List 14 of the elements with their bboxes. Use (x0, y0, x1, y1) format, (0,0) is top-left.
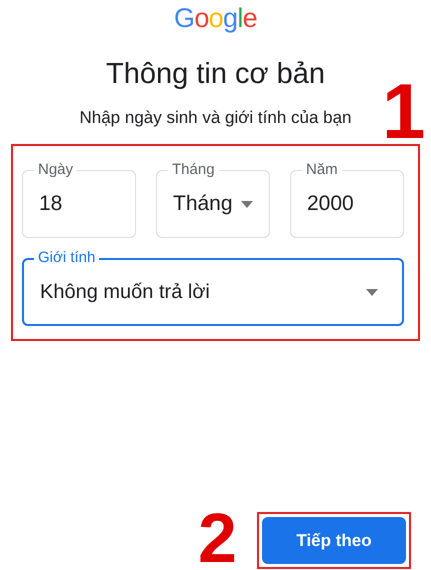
field-value: Không muốn trả lời (40, 280, 211, 305)
next-button[interactable]: Tiếp theo (262, 517, 406, 564)
field-value: 2000 (307, 191, 355, 218)
field-label: Ngày (34, 160, 78, 180)
step-number: 1 (382, 72, 426, 150)
dropdown-caret-icon (241, 200, 253, 208)
field-label: Tháng (168, 160, 219, 180)
dropdown-caret-icon (366, 288, 378, 296)
page-subtitle: Nhập ngày sinh và giới tính của bạn (80, 107, 352, 129)
step-number: 2 (198, 503, 237, 570)
logo: Google (174, 2, 258, 34)
page-title: Thông tin cơ bản (106, 57, 325, 92)
field-value: 18 (39, 191, 64, 218)
field-value: Tháng (173, 191, 234, 218)
